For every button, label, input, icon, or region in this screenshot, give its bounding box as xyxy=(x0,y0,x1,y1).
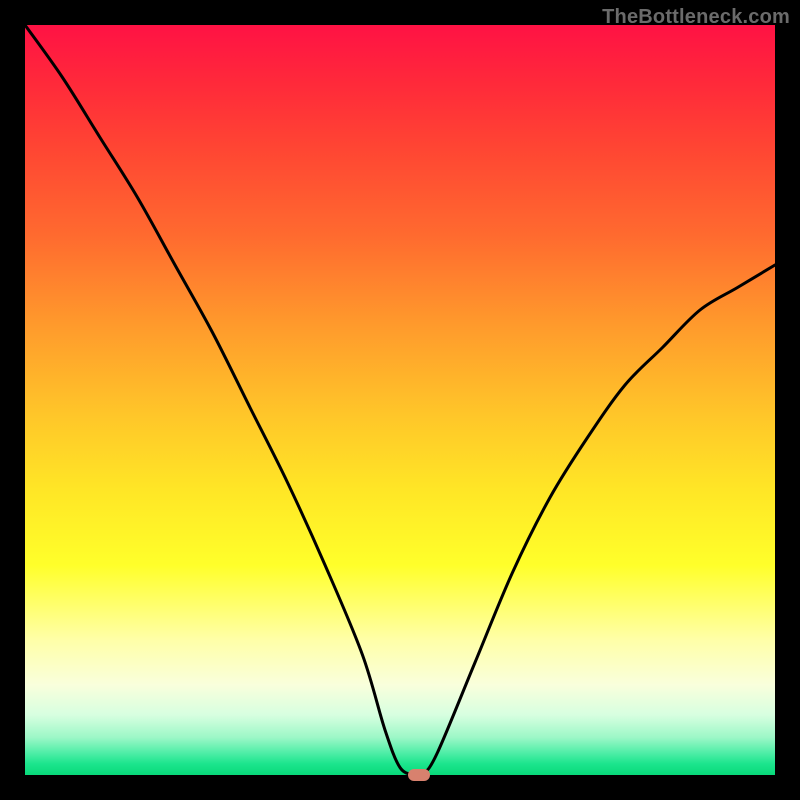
plot-area xyxy=(25,25,775,775)
watermark-text: TheBottleneck.com xyxy=(602,6,790,29)
optimal-marker xyxy=(408,769,430,781)
bottleneck-curve xyxy=(25,25,775,777)
curve-svg xyxy=(25,25,775,775)
chart-frame: TheBottleneck.com xyxy=(0,0,800,800)
